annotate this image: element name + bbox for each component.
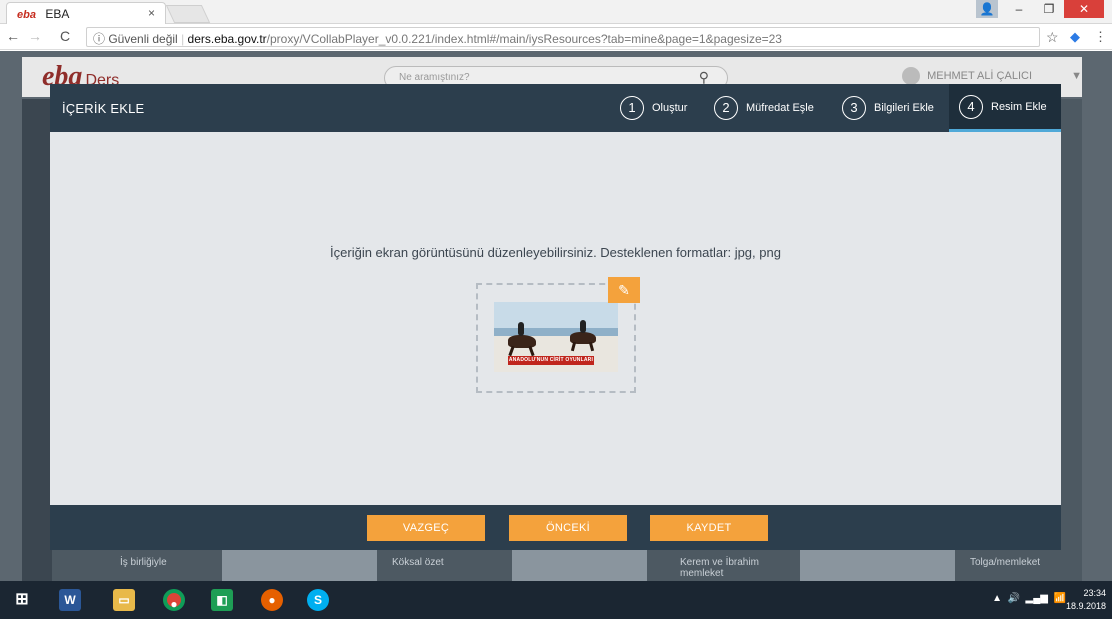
step-number: 4 xyxy=(959,94,983,119)
url-domain: ders.eba.gov.tr xyxy=(187,32,267,46)
maximize-icon[interactable]: ❐ xyxy=(1034,0,1064,18)
edit-image-button[interactable]: ✎ xyxy=(608,277,640,303)
modal-title: İÇERİK EKLE xyxy=(62,101,145,116)
back-icon[interactable]: ← xyxy=(6,28,20,44)
background-label: Köksal özet xyxy=(392,557,444,568)
image-caption: ANADOLU'NUN CİRİT OYUNLARI xyxy=(508,356,594,365)
step-add-info[interactable]: 3 Bilgileri Ekle xyxy=(842,84,934,132)
tab-title: EBA xyxy=(45,7,70,21)
step-curriculum-match[interactable]: 2 Müfredat Eşle xyxy=(714,84,814,132)
skype-icon[interactable]: S xyxy=(298,585,338,615)
firefox-icon[interactable]: ● xyxy=(252,585,292,615)
address-bar-row: ← → C ⓘ Güvenli değil | ders.eba.gov.tr/… xyxy=(0,24,1112,50)
avatar xyxy=(902,67,920,85)
new-tab-button[interactable] xyxy=(165,5,211,23)
step-number: 1 xyxy=(620,96,644,120)
step-label: Müfredat Eşle xyxy=(746,102,814,114)
word-icon[interactable]: W xyxy=(50,585,90,615)
browser-tab[interactable]: eba EBA × xyxy=(6,2,166,24)
previous-button[interactable]: ÖNCEKİ xyxy=(509,515,627,541)
system-tray[interactable]: ▲ 🔊 ▂▄▆ 📶 xyxy=(992,593,1066,604)
url-path: /proxy/VCollabPlayer_v0.0.221/index.html… xyxy=(266,32,782,46)
clock-time: 23:34 xyxy=(1083,588,1106,598)
pencil-icon: ✎ xyxy=(618,282,630,298)
file-explorer-icon[interactable]: ▭ xyxy=(104,585,144,615)
chrome-icon[interactable]: ● xyxy=(154,585,194,615)
modal-header: İÇERİK EKLE 1 Oluştur 2 Müfredat Eşle 3 … xyxy=(50,84,1061,132)
minimize-icon[interactable]: – xyxy=(1004,0,1034,18)
forward-icon[interactable]: → xyxy=(28,28,42,44)
clock[interactable]: 23:34 18.9.2018 xyxy=(1066,587,1106,613)
cancel-button[interactable]: VAZGEÇ xyxy=(367,515,485,541)
background-label: Kerem ve İbrahim memleket xyxy=(680,557,759,579)
modal-footer: VAZGEÇ ÖNCEKİ KAYDET xyxy=(50,505,1061,550)
bookmark-star-icon[interactable]: ☆ xyxy=(1046,29,1059,46)
add-content-modal: İÇERİK EKLE 1 Oluştur 2 Müfredat Eşle 3 … xyxy=(50,84,1061,550)
extension-icon[interactable]: ◆ xyxy=(1070,29,1080,45)
step-number: 3 xyxy=(842,96,866,120)
tab-close-icon[interactable]: × xyxy=(148,6,155,20)
browser-tab-strip: eba EBA × 👤 – ❐ ✕ xyxy=(0,0,1112,24)
security-indicator[interactable]: ⓘ Güvenli değil xyxy=(93,32,178,46)
screenshot-thumbnail: ANADOLU'NUN CİRİT OYUNLARI xyxy=(494,302,618,372)
step-number: 2 xyxy=(714,96,738,120)
save-button[interactable]: KAYDET xyxy=(650,515,768,541)
profile-icon[interactable]: 👤 xyxy=(976,0,998,18)
browser-menu-icon[interactable]: ⋮ xyxy=(1094,29,1107,45)
close-window-icon[interactable]: ✕ xyxy=(1064,0,1104,18)
chevron-down-icon: ▼ xyxy=(1071,69,1082,82)
window-controls: 👤 – ❐ ✕ xyxy=(976,0,1104,20)
step-label: Resim Ekle xyxy=(991,100,1047,113)
background-card-labels: İş birliğiyle Köksal özet Kerem ve İbrah… xyxy=(60,551,1080,581)
windows-start-icon[interactable]: ⊞ xyxy=(2,585,42,615)
user-name: MEHMET ALİ ÇALICI xyxy=(927,69,1032,82)
reload-icon[interactable]: C xyxy=(60,28,70,44)
modal-body: İçeriğin ekran görüntüsünü düzenleyebili… xyxy=(50,132,1061,505)
address-bar[interactable]: ⓘ Güvenli değil | ders.eba.gov.tr/proxy/… xyxy=(86,27,1040,47)
background-label: Tolga/memleket xyxy=(970,557,1041,568)
format-hint: İçeriğin ekran görüntüsünü düzenleyebili… xyxy=(330,245,781,260)
background-label: İş birliğiyle xyxy=(120,557,167,568)
clock-date: 18.9.2018 xyxy=(1065,601,1106,611)
windows-taskbar: ⊞ W ▭ ● ◧ ● S ▲ 🔊 ▂▄▆ 📶 23:34 18.9.2018 xyxy=(0,581,1112,619)
step-label: Bilgileri Ekle xyxy=(874,102,934,114)
step-create[interactable]: 1 Oluştur xyxy=(620,84,687,132)
store-icon[interactable]: ◧ xyxy=(202,585,242,615)
step-add-image[interactable]: 4 Resim Ekle xyxy=(949,84,1061,132)
user-menu[interactable]: MEHMET ALİ ÇALICI ▼ xyxy=(902,67,1082,85)
eba-favicon-icon: eba xyxy=(17,9,36,21)
step-label: Oluştur xyxy=(652,102,688,114)
